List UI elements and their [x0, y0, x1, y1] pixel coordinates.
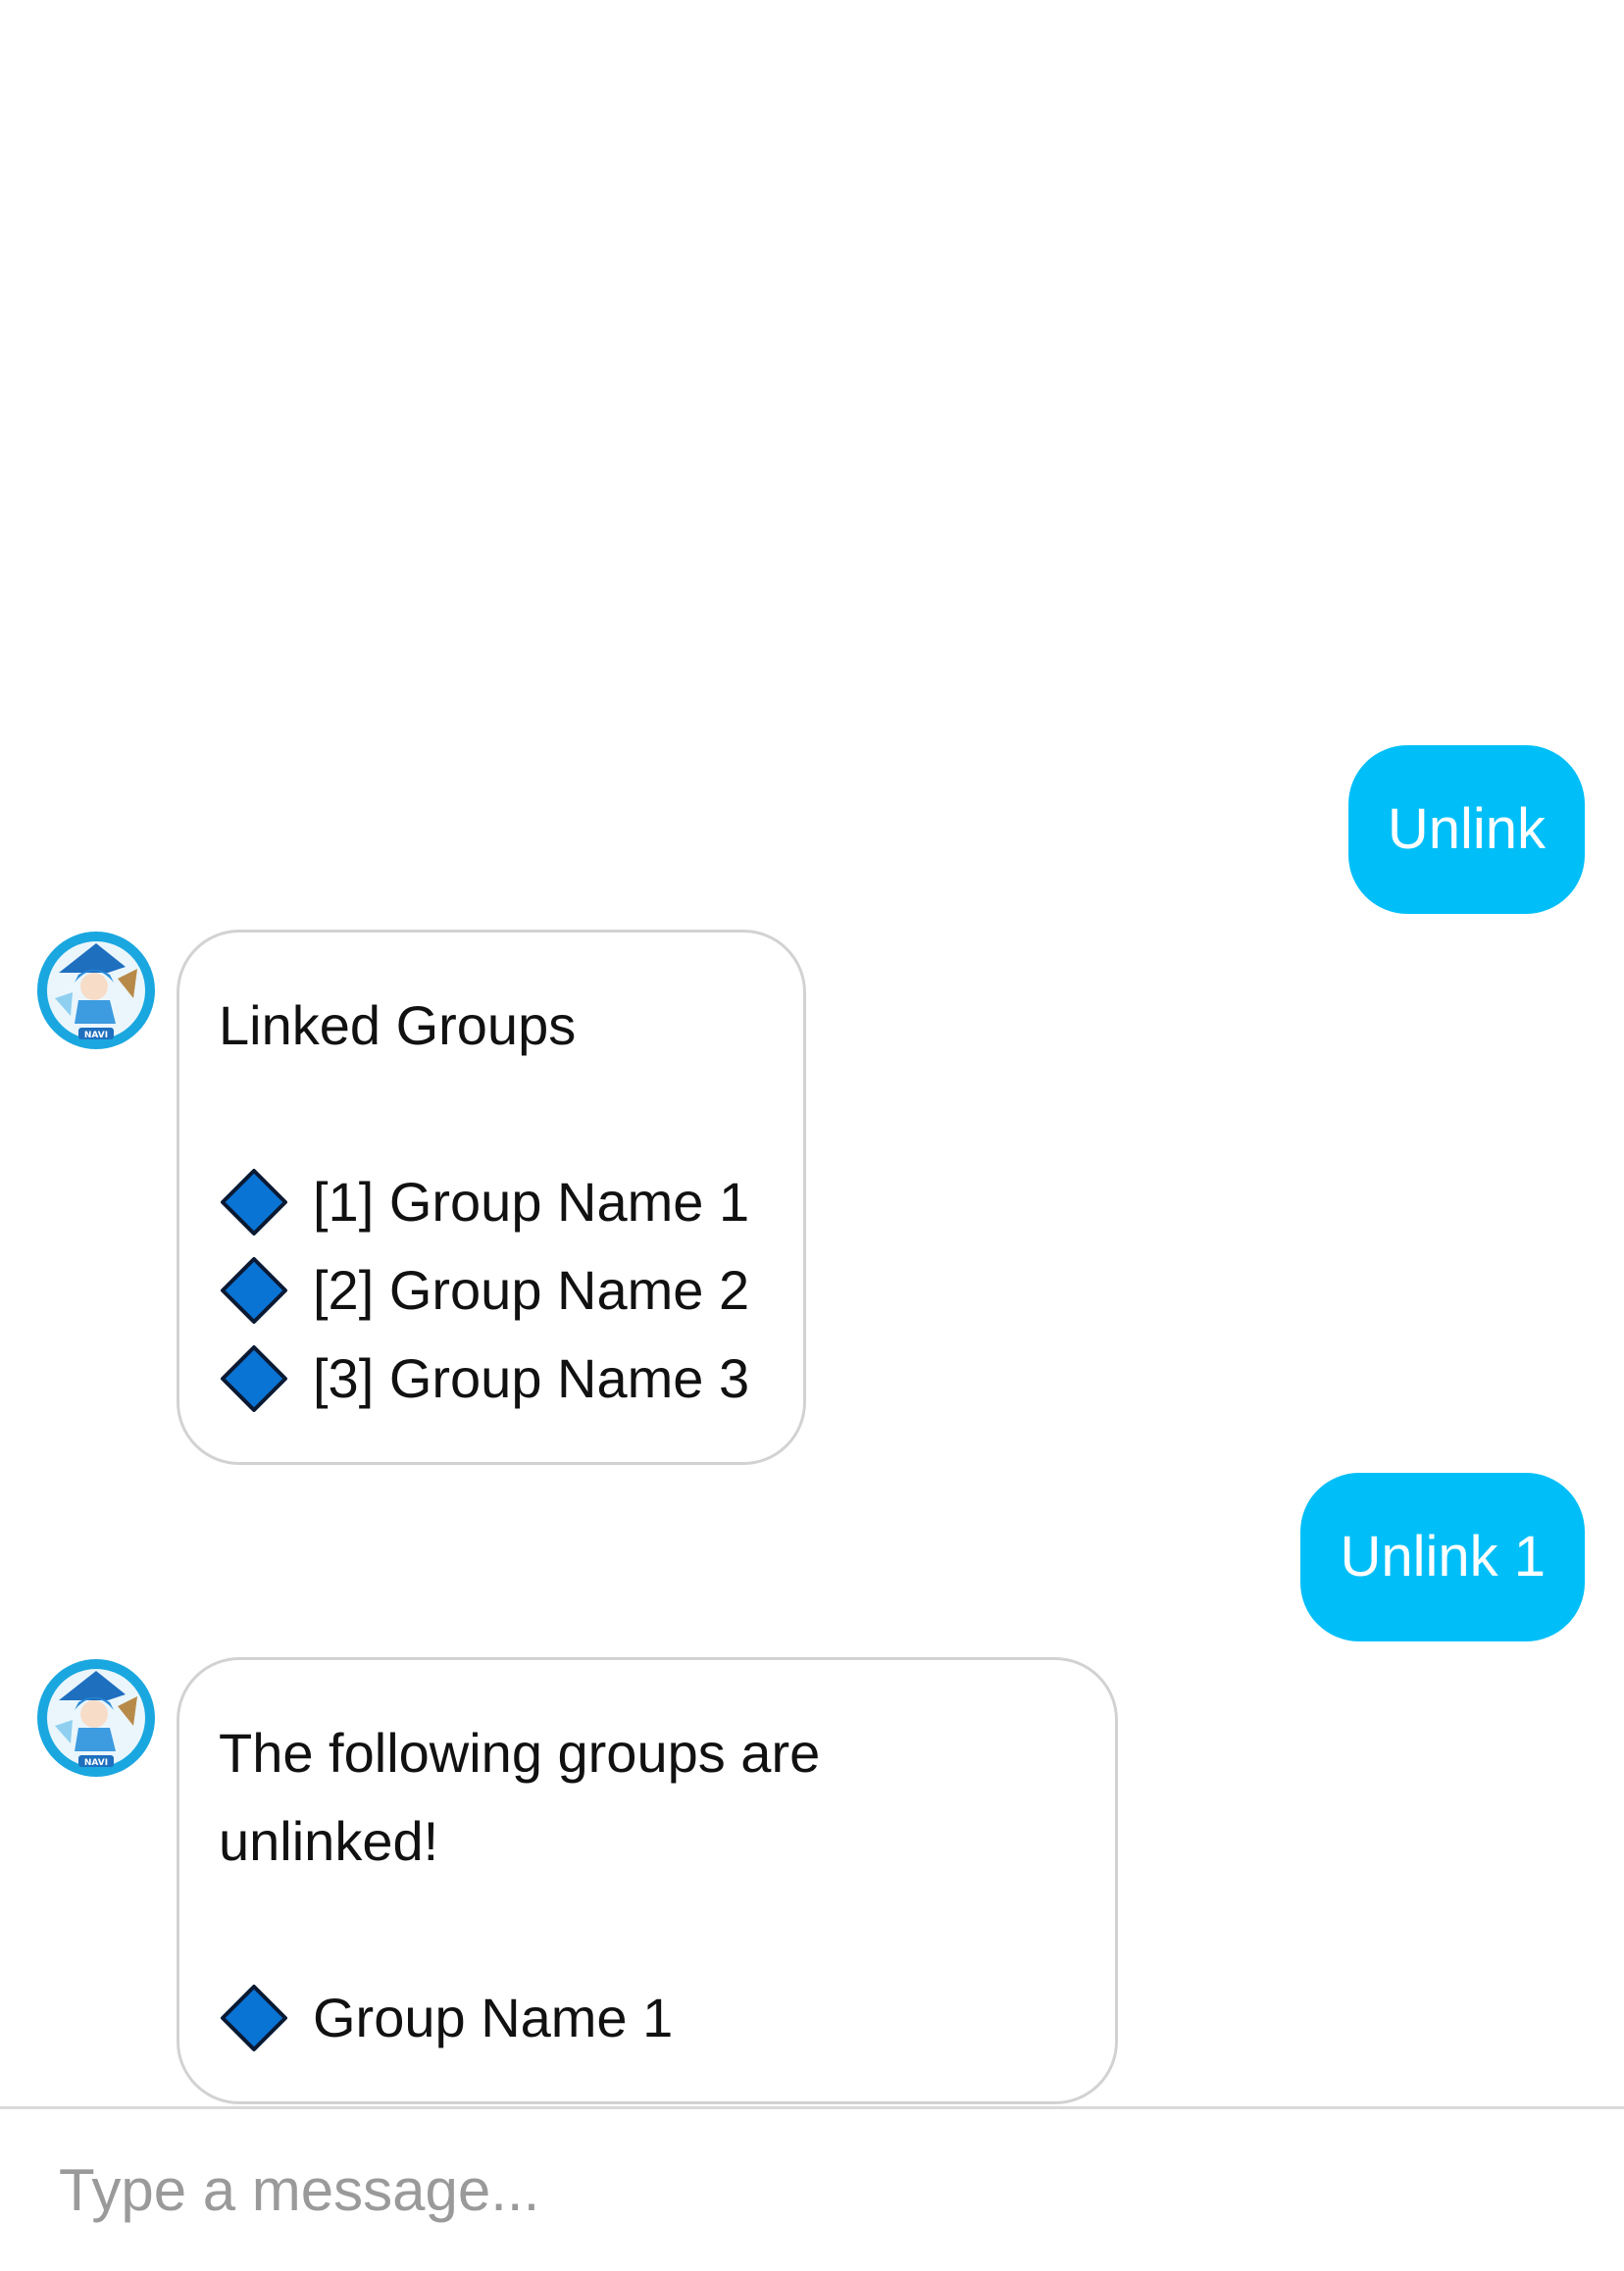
bot-avatar[interactable]: NAVI: [35, 930, 157, 1051]
blue-diamond-icon: [219, 1167, 289, 1237]
chat-transcript: Unlink NAVI Linked Groups [1] Group Name…: [0, 0, 1624, 2106]
navi-avatar-icon: NAVI: [37, 932, 155, 1049]
message-text-line: The following groups are: [219, 1722, 821, 1784]
navi-avatar-icon: NAVI: [37, 1659, 155, 1777]
message-composer: [0, 2106, 1624, 2271]
bot-avatar[interactable]: NAVI: [35, 1657, 157, 1779]
user-message-bubble: Unlink: [1347, 745, 1585, 914]
user-message-bubble: Unlink 1: [1300, 1473, 1585, 1641]
blue-diamond-icon: [219, 1343, 289, 1414]
list-item-label: [2] Group Name 2: [313, 1259, 750, 1321]
avatar-badge-text: NAVI: [84, 1031, 108, 1040]
avatar-badge-text: NAVI: [84, 1758, 108, 1768]
list-item: [1] Group Name 1: [219, 1158, 764, 1246]
blue-diamond-icon: [219, 1255, 289, 1326]
message-title: Linked Groups: [219, 994, 577, 1056]
message-text-line: unlinked!: [219, 1810, 439, 1872]
list-item: [3] Group Name 3: [219, 1335, 764, 1423]
list-item-label: [3] Group Name 3: [313, 1347, 750, 1409]
bot-message-bubble: Linked Groups [1] Group Name 1 [2] Group…: [177, 930, 806, 1465]
list-item-label: Group Name 1: [313, 1987, 674, 2048]
bot-message-bubble: The following groups are unlinked! Group…: [177, 1657, 1118, 2104]
message-input[interactable]: [0, 2109, 1624, 2271]
list-item: Group Name 1: [219, 1974, 1076, 2062]
list-item: [2] Group Name 2: [219, 1246, 764, 1335]
blue-diamond-icon: [219, 1983, 289, 2053]
list-item-label: [1] Group Name 1: [313, 1171, 750, 1233]
